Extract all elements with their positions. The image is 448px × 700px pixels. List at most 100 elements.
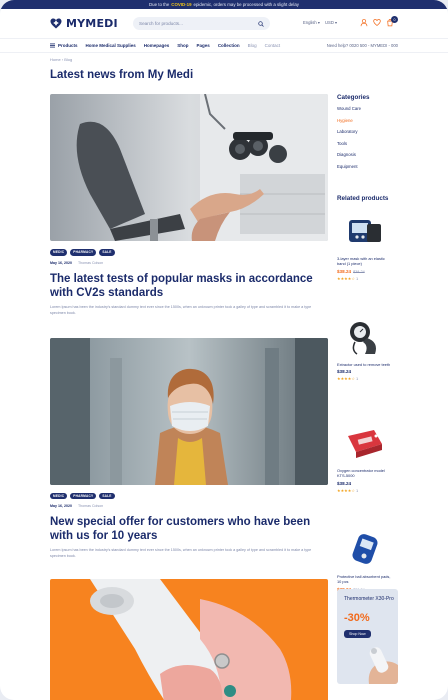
search-icon[interactable] [258,20,264,27]
post-title[interactable]: The latest tests of popular masks in acc… [50,272,328,300]
post-image[interactable] [50,94,328,241]
tag-sale[interactable]: SALE [99,249,115,256]
category-list: Wound Care Hygiene Laboratory Tools Diag… [337,106,398,175]
logo[interactable]: MYMEDI [50,17,118,30]
tag-pharmacy[interactable]: PHARMACY [70,249,97,256]
promo-discount: -30% [344,612,370,624]
site-header: MYMEDI Search for products... English ▾ … [0,9,448,38]
main-nav: Products Home Medical Supplies Homepages… [0,38,448,53]
product-card[interactable]: Oxygen concentrator model KTS-5000 $38.2… [337,423,398,520]
post-meta: May 16, 2020 Thomas Colson [50,504,328,508]
language-value: English [303,20,317,25]
nav-home-medical-supplies[interactable]: Home Medical Supplies [86,43,136,48]
tag-sale[interactable]: SALE [99,492,115,500]
product-card[interactable]: 3-layer mask with an elastic band (1 pie… [337,211,398,308]
logo-heart-icon [50,18,62,29]
nav-collection[interactable]: Collection [218,43,240,48]
product-card[interactable]: Extractor used to remove teeth $38.24 ★★… [337,317,398,414]
tag-medic[interactable]: MEDIC [50,249,68,256]
blog-post [50,579,328,700]
nav-contact[interactable]: Contact [265,43,281,48]
product-rating: ★★★★☆1 [337,488,398,493]
rating-stars: ★★★★☆ [337,275,355,281]
rating-count: 1 [355,376,359,382]
nav-products-label: Products [58,43,78,48]
product-image[interactable] [337,317,392,357]
blog-post: MEDIC PHARMACY SALE May 16, 2020 Thomas C… [50,337,328,560]
currency-value: USD [325,20,334,25]
page-title: Latest news from My Medi [50,69,194,81]
language-select[interactable]: English ▾ [303,20,320,25]
product-name[interactable]: Protective ball absorbent pads, 10 pcs [337,574,392,585]
product-name[interactable]: Oxygen concentrator model KTS-5000 [337,468,392,479]
category-wound-care[interactable]: Wound Care [337,106,398,118]
product-rating: ★★★★☆1 [337,376,398,381]
massager-device-image [50,579,328,700]
category-equipment[interactable]: Equipment [337,164,398,176]
post-date: May 16, 2020 [50,504,72,509]
product-price: $38.24 [337,481,398,486]
post-date: May 16, 2020 [50,260,72,265]
post-tags: MEDIC PHARMACY SALE [50,492,328,500]
rating-stars: ★★★★☆ [337,376,355,382]
currency-select[interactable]: USD ▾ [325,20,337,25]
product-name[interactable]: Extractor used to remove teeth [337,362,392,367]
announcement-suffix: epidemic, orders may be processed with a… [193,2,299,7]
nav-shop[interactable]: Shop [177,43,188,48]
breadcrumb-current: Blog [64,57,73,62]
announcement-prefix: Due to the [149,2,170,7]
blog-posts: MEDIC PHARMACY SALE May 16, 2020 Thomas C… [50,94,328,700]
breadcrumb-home[interactable]: Home [50,57,61,62]
tag-pharmacy[interactable]: PHARMACY [70,492,97,500]
product-rating: ★★★★☆1 [337,276,398,281]
announcement-highlight: COVID-19 [171,2,192,7]
post-tags: MEDIC PHARMACY SALE [50,249,328,256]
post-author[interactable]: Thomas Colson [78,261,103,265]
post-image[interactable] [50,579,328,700]
post-author[interactable]: Thomas Colson [78,504,103,508]
blood-pressure-monitor-icon [348,220,381,242]
nav-pages[interactable]: Pages [197,43,210,48]
post-excerpt: Lorem Ipsum has been the industry's stan… [50,548,312,559]
nav-homepages[interactable]: Homepages [144,43,170,48]
category-diagnosis[interactable]: Diagnosis [337,152,398,164]
woman-in-mask-image [50,337,328,485]
rating-stars: ★★★★☆ [337,487,355,493]
nav-blog[interactable]: Blog [248,43,257,48]
nav-products[interactable]: Products [50,43,78,48]
promo-banner[interactable]: Thermometer X30-Pro -30% Shop Now [337,589,398,684]
tooth-extractor-icon [349,322,376,355]
rating-count: 1 [355,487,359,493]
dental-equipment-image [50,94,328,241]
wishlist-heart-icon[interactable] [373,18,381,27]
help-phone[interactable]: Need help? 0020 500 - MYMEDI - 000 [327,43,398,48]
page-frame: Due to the COVID-19 epidemic, orders may… [0,0,448,700]
post-title[interactable]: New special offer for customers who have… [50,515,328,543]
category-tools[interactable]: Tools [337,141,398,153]
sidebar: Categories Wound Care Hygiene Laboratory… [337,94,398,626]
tag-medic[interactable]: MEDIC [50,492,68,500]
related-products-heading: Related products [337,195,389,202]
promo-product-name: Thermometer X30-Pro [344,596,394,602]
product-image[interactable] [337,529,392,569]
product-current-price: $38.24 [337,480,352,486]
product-current-price: $38.24 [337,369,352,375]
product-price: $38.24 [337,369,398,374]
product-name[interactable]: 3-layer mask with an elastic band (1 pie… [337,256,392,267]
oxygen-concentrator-icon [347,430,382,458]
promo-shop-button[interactable]: Shop Now [344,630,371,638]
category-laboratory[interactable]: Laboratory [337,129,398,141]
product-image[interactable] [337,211,392,251]
product-image[interactable] [337,423,392,463]
breadcrumb: Home › Blog [50,57,72,62]
post-image[interactable] [50,337,328,485]
search-input[interactable]: Search for products... [133,17,270,30]
product-old-price: $38.24 [353,269,365,274]
post-meta: May 16, 2020 Thomas Colson [50,261,328,265]
product-current-price: $38.24 [337,268,352,274]
post-excerpt: Lorem Ipsum has been the industry's stan… [50,304,312,315]
category-hygiene[interactable]: Hygiene [337,118,398,130]
related-products: Related products 3-layer mask with an el… [337,195,398,626]
user-icon[interactable] [360,18,368,27]
thermometer-hand-image [368,647,398,684]
